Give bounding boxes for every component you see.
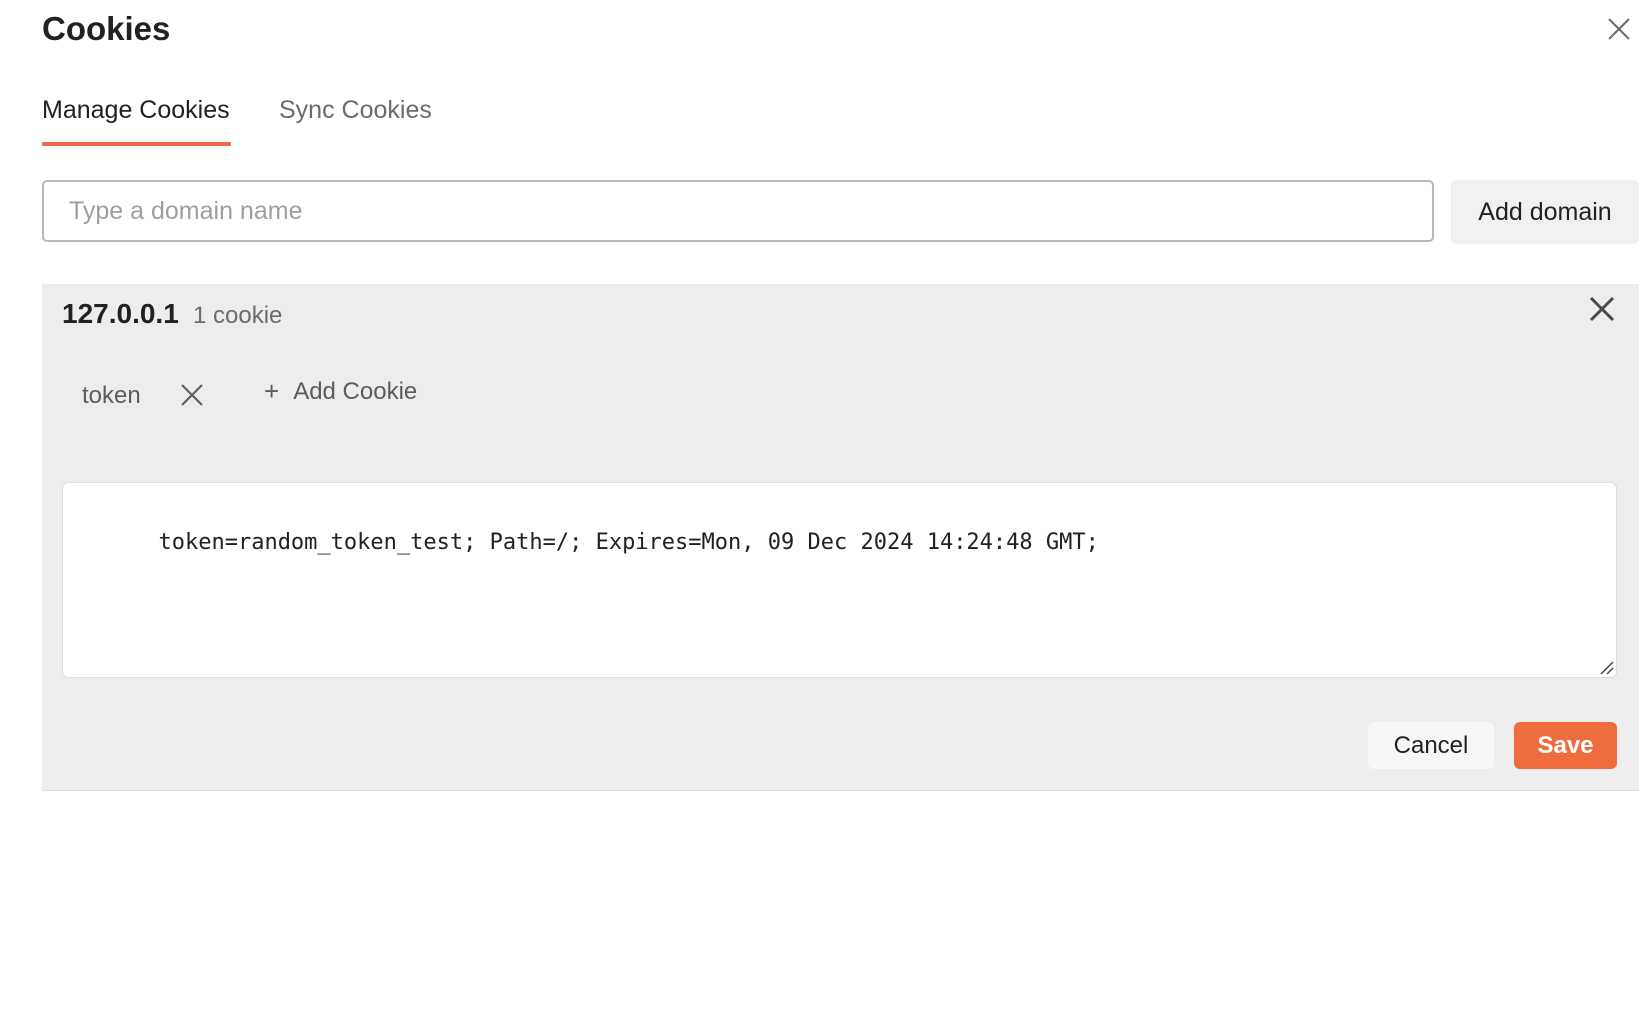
close-icon [181,384,203,406]
tab-sync-cookies[interactable]: Sync Cookies [279,96,432,125]
cookie-tab-token[interactable]: token [82,382,141,410]
cookies-dialog: Cookies Manage Cookies Sync Cookies Add … [0,0,1646,1032]
remove-cookie-button[interactable] [179,382,205,408]
cancel-button[interactable]: Cancel [1368,722,1494,769]
save-button[interactable]: Save [1514,722,1617,769]
plus-icon: + [264,376,280,406]
resize-handle-icon[interactable] [1598,659,1614,675]
dialog-title: Cookies [42,10,171,47]
domain-name-input[interactable] [42,180,1434,242]
domain-panel: 127.0.0.1 1 cookie token + Add Cookie to… [42,284,1639,791]
close-icon [1608,18,1630,40]
cookie-count: 1 cookie [193,302,283,329]
add-cookie-label: Add Cookie [293,377,418,405]
domain-name: 127.0.0.1 [62,298,179,329]
tab-manage-cookies[interactable]: Manage Cookies [42,96,230,125]
active-tab-indicator [42,142,231,146]
remove-domain-button[interactable] [1587,294,1617,324]
close-icon [1589,296,1615,322]
cookie-editor-value: token=random_token_test; Path=/; Expires… [158,530,1099,555]
add-cookie-button[interactable]: + Add Cookie [264,376,417,407]
cookie-editor-textarea[interactable]: token=random_token_test; Path=/; Expires… [62,482,1617,678]
close-dialog-button[interactable] [1604,14,1634,44]
add-domain-button[interactable]: Add domain [1451,180,1639,244]
